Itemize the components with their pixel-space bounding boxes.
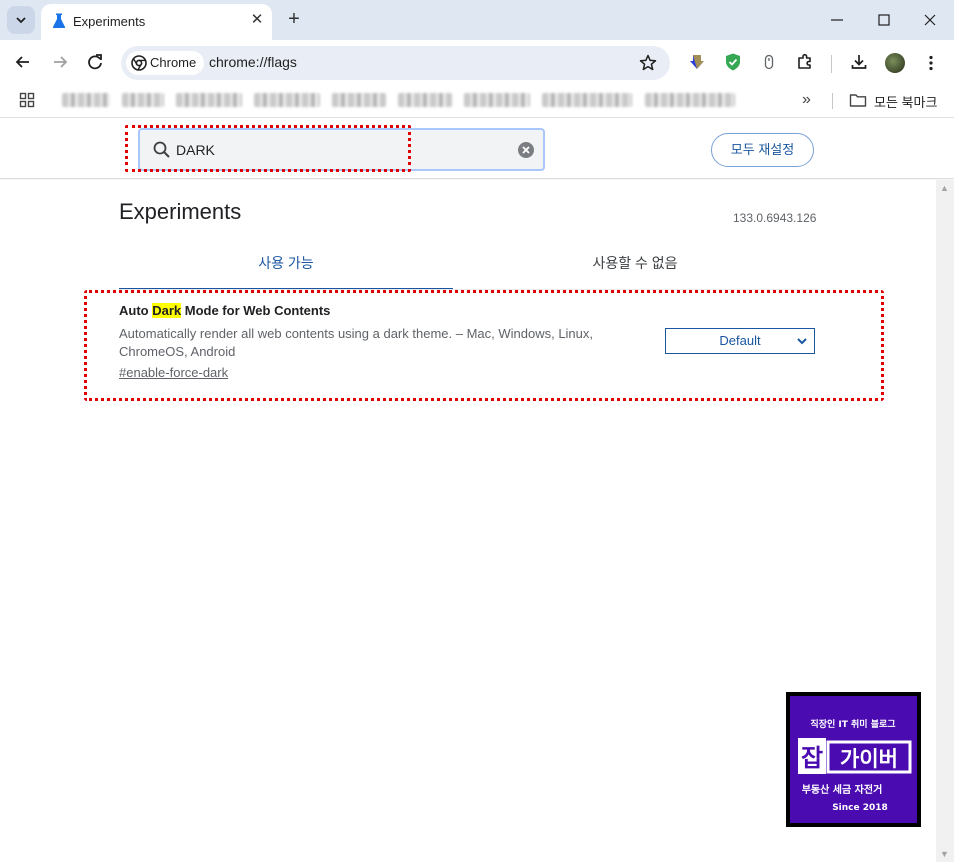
bookmarks-overflow-icon[interactable]: » [802,91,811,109]
address-bar[interactable]: Chrome chrome://flags [121,46,670,80]
close-tab-icon[interactable]: ✕ [249,12,265,28]
bookmark-item[interactable] [62,93,110,107]
clear-search-icon[interactable] [517,141,535,159]
url-text[interactable]: chrome://flags [209,54,297,70]
bookmark-star-icon[interactable] [638,53,658,73]
logo-tagline: 직장인 IT 취미 블로그 [810,718,895,730]
all-bookmarks-label[interactable]: 모든 북마크 [874,92,937,111]
extensions-puzzle-icon[interactable] [795,52,815,72]
mouse-extension-icon[interactable] [759,52,779,72]
more-menu-icon[interactable] [921,53,941,73]
logo-brand-prefix: 잡 [801,744,823,772]
bookmark-item[interactable] [254,93,320,107]
tab-search-button[interactable] [7,6,35,34]
new-tab-icon[interactable]: + [284,8,304,30]
page-title: Experiments [119,199,242,224]
bookmark-item[interactable] [122,93,164,107]
download-extension-icon[interactable] [687,52,707,72]
maximize-icon[interactable] [874,10,894,30]
flask-icon [52,13,66,28]
folder-icon [849,94,867,107]
minimize-icon[interactable] [827,10,847,30]
bookmark-item[interactable] [542,93,632,107]
bookmark-item[interactable] [645,93,735,107]
profile-avatar[interactable] [885,53,905,73]
bookmarks-bar: » 모든 북마크 [0,84,954,118]
bookmarks-separator [832,93,833,109]
close-window-icon[interactable] [920,10,940,30]
tab-strip: Experiments ✕ + [0,0,954,40]
watermark-logo: 직장인 IT 취미 블로그 잡 가이버 부동산 세금 자전거 Since 201… [786,692,921,827]
bookmark-item[interactable] [464,93,530,107]
bookmark-item[interactable] [398,93,452,107]
watermark-logo-art: 직장인 IT 취미 블로그 잡 가이버 부동산 세금 자전거 Since 201… [798,718,912,813]
vertical-scrollbar[interactable]: ▲ ▼ [936,180,954,862]
tab-title: Experiments [73,14,146,29]
chevron-down-icon [16,17,26,24]
reset-all-button[interactable]: 모두 재설정 [711,133,814,167]
tab-available[interactable]: 사용 가능 [119,253,453,290]
forward-icon[interactable] [49,51,71,73]
tab-experiments[interactable]: Experiments ✕ [41,4,272,40]
bookmark-item[interactable] [176,93,242,107]
annotation-flag-highlight [84,290,884,401]
chrome-logo-icon [131,55,147,71]
apps-grid-icon[interactable] [19,92,35,108]
scroll-down-arrow-icon[interactable]: ▼ [940,849,949,859]
logo-subtitle: 부동산 세금 자전거 [802,783,883,796]
version-label: 133.0.6943.126 [733,211,817,225]
tab-unavailable[interactable]: 사용할 수 없음 [470,253,800,290]
scroll-up-arrow-icon[interactable]: ▲ [940,183,949,193]
toolbar-separator [831,55,832,73]
reload-icon[interactable] [84,51,106,73]
logo-brand-name: 가이버 [840,747,898,771]
annotation-search-highlight [125,125,411,172]
bookmark-item[interactable] [332,93,386,107]
toolbar: Chrome chrome://flags [0,40,954,84]
shield-extension-icon[interactable] [723,52,743,72]
back-icon[interactable] [12,51,34,73]
download-icon[interactable] [849,52,869,72]
logo-since: Since 2018 [832,803,888,813]
site-chip[interactable]: Chrome [126,51,205,75]
chip-label: Chrome [150,55,197,70]
